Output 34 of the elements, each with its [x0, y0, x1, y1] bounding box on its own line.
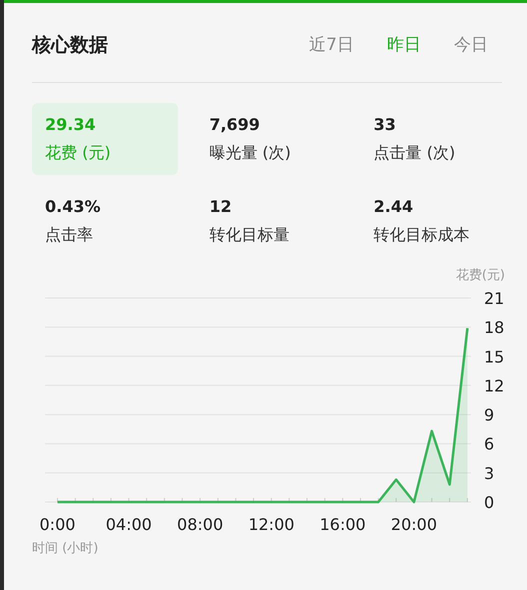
metric-label: 点击率 — [45, 224, 94, 246]
y-tick-label: 18 — [484, 318, 504, 337]
y-tick-label: 21 — [484, 288, 504, 308]
metric-label: 转化目标量 — [209, 224, 290, 246]
y-axis-title: 花费(元) — [456, 268, 505, 282]
y-tick-label: 3 — [484, 463, 494, 482]
x-tick-label: 12:00 — [248, 514, 294, 534]
x-tick-label: 08:00 — [177, 514, 224, 534]
metric-card[interactable]: 2.44 转化目标成本 — [360, 184, 507, 256]
x-tick-label: 0:00 — [40, 514, 76, 534]
x-tick-label: 16:00 — [320, 514, 366, 534]
y-tick-label: 9 — [484, 405, 494, 424]
metric-label: 花费 (元) — [45, 142, 112, 164]
metric-value: 2.44 — [374, 196, 414, 218]
y-tick-label: 15 — [484, 346, 504, 366]
metric-label: 点击量 (次) — [374, 142, 456, 164]
metric-value: 0.43% — [45, 196, 102, 218]
metric-value: 33 — [374, 114, 397, 136]
metric-value: 7,699 — [209, 114, 261, 136]
metric-card[interactable]: 33 点击量 (次) — [360, 102, 507, 174]
metric-card[interactable]: 7,699 曝光量 (次) — [196, 102, 343, 174]
card-title: 核心数据 — [32, 33, 108, 58]
y-tick-label: 0 — [484, 492, 494, 512]
x-tick-label: 04:00 — [106, 514, 152, 534]
metric-card[interactable]: 0.43% 点击率 — [32, 184, 178, 256]
x-axis-title: 时间 (小时) — [32, 540, 98, 556]
metric-label: 转化目标成本 — [374, 224, 471, 246]
metric-value: 12 — [209, 196, 233, 218]
y-tick-label: 12 — [484, 376, 504, 395]
metric-label: 曝光量 (次) — [209, 142, 292, 164]
metric-card[interactable]: 12 转化目标量 — [196, 184, 343, 256]
y-tick-label: 6 — [484, 434, 494, 454]
metric-value: 29.34 — [45, 114, 97, 136]
x-tick-label: 20:00 — [390, 514, 438, 534]
